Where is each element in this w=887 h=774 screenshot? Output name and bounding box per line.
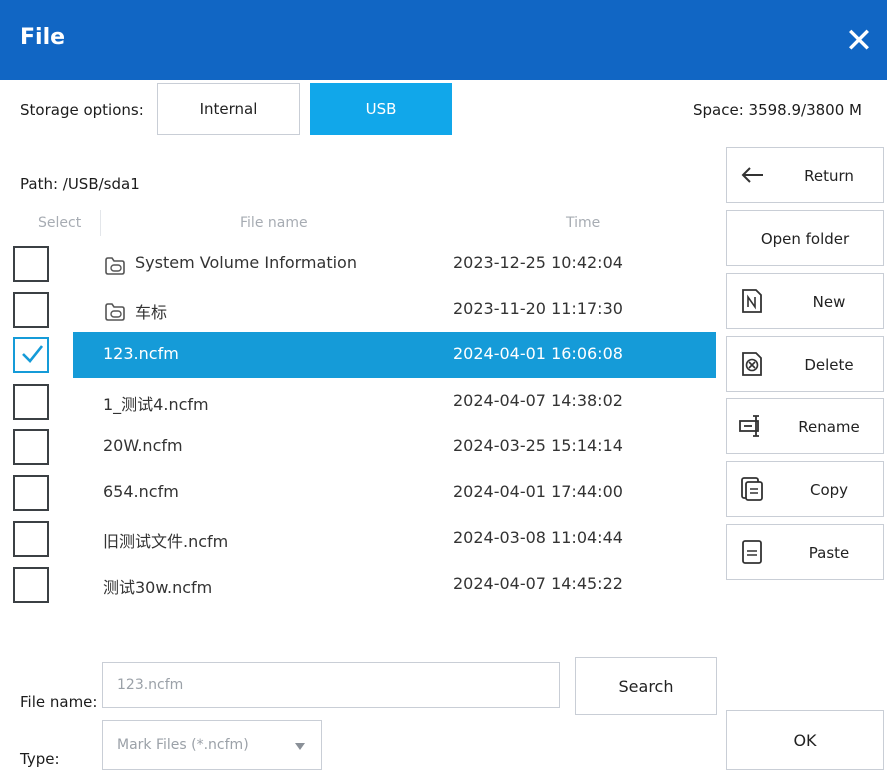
time-column-header: Time xyxy=(566,215,601,231)
internal-storage-button[interactable]: Internal xyxy=(157,83,300,135)
file-time: 2024-04-01 17:44:00 xyxy=(453,482,623,501)
paste-label: Paste xyxy=(808,544,850,562)
row-checkbox[interactable] xyxy=(13,521,49,557)
checkmark-icon xyxy=(21,343,44,369)
delete-button[interactable]: Delete xyxy=(726,336,884,392)
file-name: 20W.ncfm xyxy=(103,436,183,455)
file-name: 123.ncfm xyxy=(103,344,179,363)
search-button[interactable]: Search xyxy=(575,657,717,715)
table-row[interactable]: 测试30w.ncfm 2024-04-07 14:45:22 xyxy=(13,562,716,608)
paste-icon xyxy=(739,539,765,565)
table-row[interactable]: 车标 2023-11-20 11:17:30 xyxy=(13,287,716,333)
select-column-header: Select xyxy=(38,215,82,231)
delete-label: Delete xyxy=(804,356,854,374)
row-checkbox[interactable] xyxy=(13,567,49,603)
file-time: 2024-04-07 14:38:02 xyxy=(453,391,623,410)
folder-icon xyxy=(103,254,127,280)
table-row[interactable]: 654.ncfm 2024-04-01 17:44:00 xyxy=(13,470,716,516)
file-name-label: File name: xyxy=(20,693,98,711)
file-time: 2023-12-25 10:42:04 xyxy=(453,253,623,272)
open-folder-button[interactable]: Open folder xyxy=(726,210,884,266)
usb-storage-button[interactable]: USB xyxy=(310,83,452,135)
file-name: 654.ncfm xyxy=(103,482,179,501)
folder-icon xyxy=(103,300,127,326)
file-name: 旧测试文件.ncfm xyxy=(103,532,229,551)
new-file-icon xyxy=(739,288,765,314)
type-select-value: Mark Files (*.ncfm) xyxy=(117,737,249,753)
title-bar: File ✕ xyxy=(0,0,887,80)
file-name: 车标 xyxy=(135,303,168,322)
table-row[interactable]: 1_测试4.ncfm 2024-04-07 14:38:02 xyxy=(13,379,716,425)
copy-icon xyxy=(739,476,765,502)
table-row-selected[interactable]: 123.ncfm 2024-04-01 16:06:08 xyxy=(13,332,716,378)
arrow-left-icon xyxy=(739,162,765,188)
row-checkbox[interactable] xyxy=(13,246,49,282)
open-folder-label: Open folder xyxy=(760,230,850,248)
file-time: 2024-03-08 11:04:44 xyxy=(453,528,623,547)
file-time: 2023-11-20 11:17:30 xyxy=(453,299,623,318)
space-indicator: Space: 3598.9/3800 M xyxy=(693,101,862,119)
row-checkbox[interactable] xyxy=(13,384,49,420)
return-label: Return xyxy=(804,167,854,185)
file-time: 2024-03-25 15:14:14 xyxy=(453,436,623,455)
row-checkbox[interactable] xyxy=(13,475,49,511)
file-name: 测试30w.ncfm xyxy=(103,578,213,597)
new-button[interactable]: New xyxy=(726,273,884,329)
type-label: Type: xyxy=(20,750,60,768)
header-divider xyxy=(100,210,101,236)
file-name-input[interactable]: 123.ncfm xyxy=(102,662,560,708)
new-label: New xyxy=(812,293,846,311)
rename-button[interactable]: Rename xyxy=(726,398,884,454)
ok-button[interactable]: OK xyxy=(726,710,884,770)
table-row[interactable]: 旧测试文件.ncfm 2024-03-08 11:04:44 xyxy=(13,516,716,562)
copy-button[interactable]: Copy xyxy=(726,461,884,517)
paste-button[interactable]: Paste xyxy=(726,524,884,580)
path-label: Path: /USB/sda1 xyxy=(20,175,140,193)
row-checkbox[interactable] xyxy=(13,429,49,465)
type-select[interactable]: Mark Files (*.ncfm) xyxy=(102,720,322,770)
file-time: 2024-04-07 14:45:22 xyxy=(453,574,623,593)
delete-file-icon xyxy=(739,351,765,377)
file-time: 2024-04-01 16:06:08 xyxy=(453,344,623,363)
rename-label: Rename xyxy=(798,418,860,436)
table-row[interactable]: 20W.ncfm 2024-03-25 15:14:14 xyxy=(13,424,716,470)
window-title: File xyxy=(20,25,66,50)
return-button[interactable]: Return xyxy=(726,147,884,203)
copy-label: Copy xyxy=(809,481,849,499)
row-checkbox[interactable] xyxy=(13,337,49,373)
file-name: System Volume Information xyxy=(135,253,357,272)
chevron-down-icon[interactable] xyxy=(295,739,305,755)
close-icon[interactable]: ✕ xyxy=(838,20,880,62)
storage-options-label: Storage options: xyxy=(20,101,144,119)
file-name-column-header: File name xyxy=(240,215,308,231)
file-name: 1_测试4.ncfm xyxy=(103,395,209,414)
rename-icon xyxy=(739,413,765,439)
row-checkbox[interactable] xyxy=(13,292,49,328)
table-row[interactable]: System Volume Information 2023-12-25 10:… xyxy=(13,241,716,287)
